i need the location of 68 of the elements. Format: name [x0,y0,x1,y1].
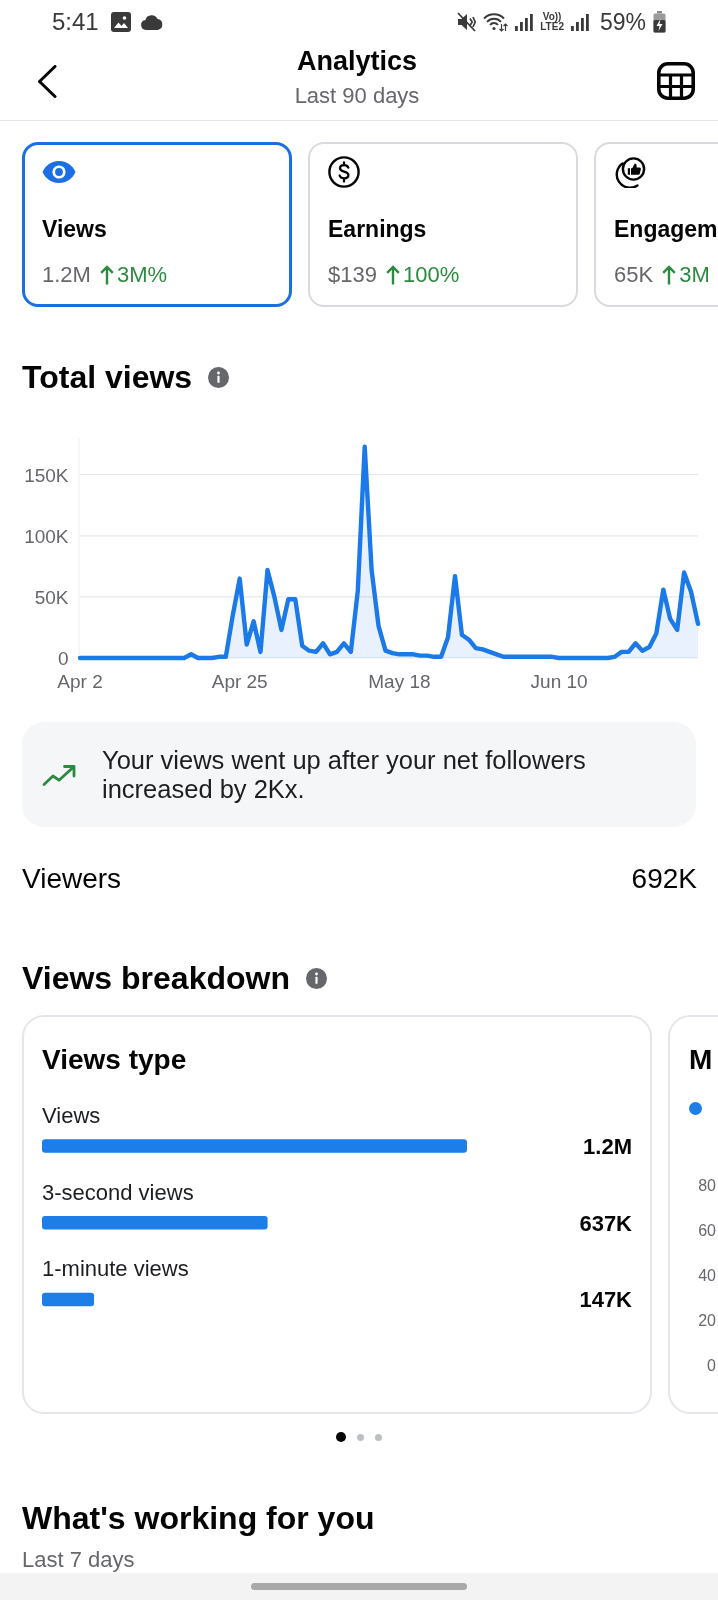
axis-label: 100K [24,525,69,547]
axis-label: 50K [34,586,69,608]
page-dot[interactable] [375,1433,382,1441]
signal-icon [515,13,534,31]
info-icon [208,366,230,388]
info-icon [305,967,327,989]
insight-text: Your views went up after your net followers increased by 2Kx. [102,745,587,804]
viewers-value: 692K [631,862,697,896]
image-icon [110,12,131,32]
metric-card[interactable]: Views 1.2M 3M% [22,142,292,307]
metric-value: 1.2M [42,261,91,289]
thumbs-up-coin-icon [614,156,646,188]
arrow-up-icon [99,265,114,285]
bar-value: 147K [579,1287,632,1313]
section-title: Views breakdown [22,959,290,997]
metric-change: 100% [402,261,460,289]
chevron-left-icon [37,64,57,98]
bar-label: 3-second views [42,1179,194,1205]
mute-icon [457,12,477,32]
wifi-icon [483,12,509,32]
metric-change: 3M% [116,261,168,289]
page-subtitle: Last 90 days [294,83,420,109]
card-title: Views type [42,1043,187,1077]
status-time: 5:41 [52,8,99,36]
card-title: M [689,1043,713,1077]
axis-label: 0 [57,648,69,669]
page-dot[interactable] [357,1433,364,1441]
axis-label: 0 [707,1356,716,1376]
metric-value: 65K [614,261,654,289]
page-title: Analytics [296,45,418,77]
section-title: What's working for you [22,1499,375,1537]
table-icon [657,62,695,100]
axis-label: 60 [698,1221,716,1241]
signal-icon [570,13,589,31]
network-label: LTE2 [540,22,564,32]
network-label: Vo)) [542,12,562,22]
bar-value: 1.2M [583,1134,632,1159]
page-dot[interactable] [336,1432,346,1442]
metric-title: Earnings [328,215,427,243]
dollar-circle-icon [328,156,360,188]
axis-label: May 18 [368,671,431,692]
arrow-up-icon [662,265,677,285]
metric-change: 3M [679,261,710,289]
section-title: Total views [22,358,193,396]
axis-label: Apr 25 [211,671,268,692]
axis-label: Apr 2 [57,671,103,692]
axis-label: 40 [698,1266,716,1286]
cloud-icon [140,14,163,30]
bar-label: Views [42,1103,101,1128]
axis-label: 80 [698,1176,716,1196]
eye-icon [42,160,76,184]
section-subtitle: Last 7 days [22,1547,135,1573]
bar [42,1292,95,1307]
arrow-up-icon [385,265,400,285]
axis-label: 20 [698,1311,716,1331]
bar-value: 637K [579,1210,632,1236]
battery-percent: 59% [599,8,646,36]
bar-label: 1-minute views [42,1256,189,1282]
axis-label: 150K [24,464,69,486]
metric-card[interactable]: Engagem 65K 3M [594,142,718,307]
metric-card[interactable]: Earnings $139 100% [308,142,578,307]
legend-dot-icon [689,1102,702,1115]
viewers-label: Viewers [22,862,122,896]
battery-charging-icon [653,11,666,33]
metric-value: $139 [328,261,377,289]
axis-label: Jun 10 [530,671,588,692]
metric-title: Engagem [614,215,718,243]
metric-title: Views [42,215,107,243]
